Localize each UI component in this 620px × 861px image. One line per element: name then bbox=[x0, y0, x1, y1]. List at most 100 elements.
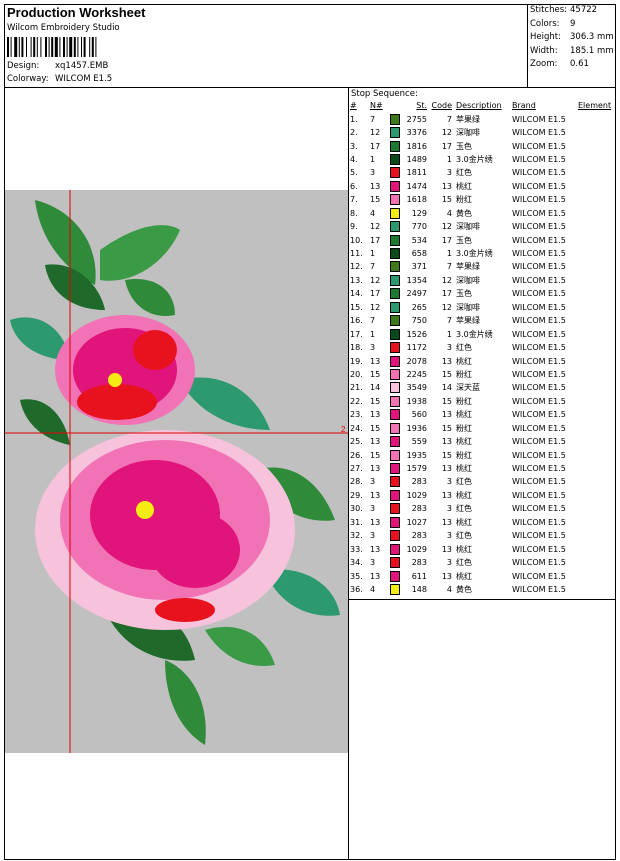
row-element bbox=[578, 475, 611, 488]
row-needle: 13 bbox=[370, 181, 381, 191]
row-description: 3.0金片绣 bbox=[456, 329, 493, 339]
row-stitches: 750 bbox=[411, 316, 427, 326]
row-needle: 15 bbox=[370, 396, 381, 406]
row-description: 粉红 bbox=[456, 369, 472, 379]
row-code: 13 bbox=[441, 410, 452, 420]
color-swatch bbox=[390, 476, 400, 488]
barcode-bar bbox=[89, 37, 91, 57]
barcode-bar bbox=[10, 37, 12, 57]
table-row: 5. 3 1811 3 红色 WILCOM E1.5 bbox=[350, 166, 611, 179]
row-element bbox=[578, 529, 611, 542]
row-stitches: 1474 bbox=[406, 181, 427, 191]
table-bottom-divider bbox=[348, 599, 616, 600]
row-element bbox=[578, 112, 611, 125]
row-code: 13 bbox=[441, 356, 452, 366]
table-row: 12. 7 371 7 苹果绿 WILCOM E1.5 bbox=[350, 260, 611, 273]
row-element bbox=[578, 542, 611, 555]
row-brand: WILCOM E1.5 bbox=[512, 464, 566, 474]
barcode-bar bbox=[63, 37, 65, 57]
row-code: 13 bbox=[441, 544, 452, 554]
row-brand: WILCOM E1.5 bbox=[512, 329, 566, 339]
row-swatch bbox=[387, 180, 405, 193]
row-needle: 13 bbox=[370, 437, 381, 447]
row-code: 15 bbox=[441, 195, 452, 205]
stat-label: Zoom: bbox=[530, 59, 558, 69]
barcode-image bbox=[7, 37, 97, 57]
row-index: 18. bbox=[350, 343, 363, 353]
row-description: 深咖啡 bbox=[456, 302, 480, 312]
row-brand: WILCOM E1.5 bbox=[512, 168, 566, 178]
table-row: 19. 13 2078 13 桃红 WILCOM E1.5 bbox=[350, 354, 611, 367]
row-code: 12 bbox=[441, 128, 452, 138]
row-code: 12 bbox=[441, 302, 452, 312]
table-row: 31. 13 1027 13 桃红 WILCOM E1.5 bbox=[350, 516, 611, 529]
color-swatch bbox=[390, 530, 400, 542]
row-brand: WILCOM E1.5 bbox=[512, 423, 566, 433]
table-row: 8. 4 129 4 黄色 WILCOM E1.5 bbox=[350, 207, 611, 220]
row-code: 15 bbox=[441, 396, 452, 406]
row-needle: 3 bbox=[370, 168, 376, 178]
color-swatch bbox=[390, 234, 400, 246]
row-needle: 17 bbox=[370, 235, 381, 245]
row-index: 32. bbox=[350, 531, 363, 541]
row-swatch bbox=[387, 408, 405, 421]
color-swatch bbox=[390, 153, 400, 165]
row-index: 27. bbox=[350, 464, 363, 474]
row-needle: 4 bbox=[370, 208, 376, 218]
row-description: 桃红 bbox=[456, 437, 472, 447]
row-stitches: 283 bbox=[411, 531, 427, 541]
row-description: 桃红 bbox=[456, 571, 472, 581]
color-swatch bbox=[390, 355, 400, 367]
row-swatch bbox=[387, 314, 405, 327]
row-stitches: 1029 bbox=[406, 544, 427, 554]
row-brand: WILCOM E1.5 bbox=[512, 396, 566, 406]
page-title: Production Worksheet bbox=[7, 5, 146, 20]
row-description: 桃红 bbox=[456, 464, 472, 474]
row-code: 3 bbox=[446, 168, 452, 178]
row-stitches: 611 bbox=[411, 571, 427, 581]
table-row: 25. 13 559 13 桃红 WILCOM E1.5 bbox=[350, 435, 611, 448]
color-swatch bbox=[390, 543, 400, 555]
row-swatch bbox=[387, 368, 405, 381]
row-element bbox=[578, 435, 611, 448]
row-brand: WILCOM E1.5 bbox=[512, 316, 566, 326]
row-swatch bbox=[387, 166, 405, 179]
row-needle: 3 bbox=[370, 558, 376, 568]
table-row: 34. 3 283 3 红色 WILCOM E1.5 bbox=[350, 556, 611, 569]
row-code: 17 bbox=[441, 141, 452, 151]
row-needle: 7 bbox=[370, 262, 376, 272]
row-index: 16. bbox=[350, 316, 363, 326]
color-swatch bbox=[390, 261, 400, 273]
row-stitches: 1811 bbox=[406, 168, 427, 178]
row-element bbox=[578, 516, 611, 529]
row-swatch bbox=[387, 395, 405, 408]
petal bbox=[77, 384, 157, 420]
row-description: 深咖啡 bbox=[456, 275, 480, 285]
row-brand: WILCOM E1.5 bbox=[512, 235, 566, 245]
row-brand: WILCOM E1.5 bbox=[512, 356, 566, 366]
row-stitches: 1172 bbox=[406, 343, 427, 353]
color-swatch bbox=[390, 274, 400, 286]
stat-value: 306.3 mm bbox=[570, 32, 614, 42]
barcode-bar bbox=[30, 37, 32, 57]
row-swatch bbox=[387, 193, 405, 206]
petal bbox=[155, 598, 215, 622]
row-stitches: 1526 bbox=[406, 329, 427, 339]
color-swatch bbox=[390, 570, 400, 582]
row-element bbox=[578, 489, 611, 502]
row-brand: WILCOM E1.5 bbox=[512, 289, 566, 299]
color-swatch bbox=[390, 382, 400, 394]
row-description: 桃红 bbox=[456, 181, 472, 191]
row-element bbox=[578, 368, 611, 381]
row-needle: 4 bbox=[370, 584, 376, 594]
color-swatch bbox=[390, 342, 400, 354]
row-code: 7 bbox=[446, 316, 452, 326]
color-swatch bbox=[390, 288, 400, 300]
row-code: 12 bbox=[441, 222, 452, 232]
row-stitches: 560 bbox=[411, 410, 427, 420]
color-swatch bbox=[390, 557, 400, 569]
row-needle: 3 bbox=[370, 531, 376, 541]
barcode-bar bbox=[81, 37, 82, 57]
row-description: 苹果绿 bbox=[456, 262, 480, 272]
flower-center bbox=[136, 501, 154, 519]
